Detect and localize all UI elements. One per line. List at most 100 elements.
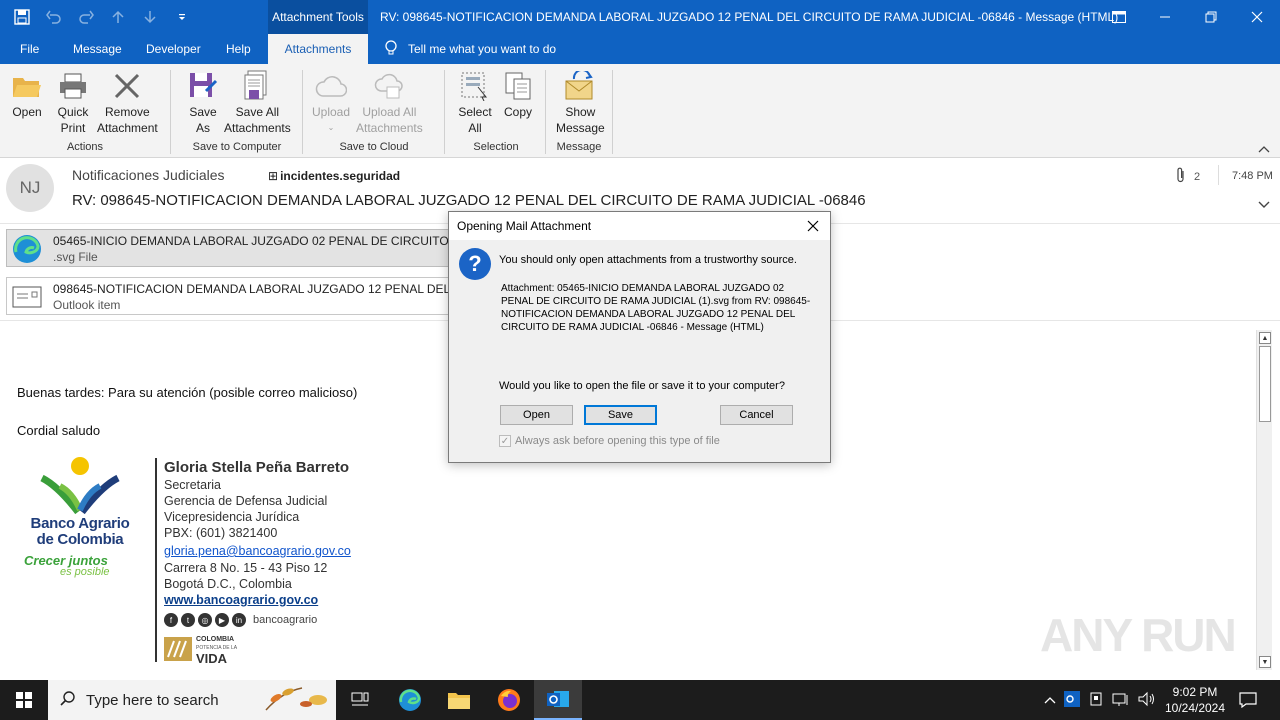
tab-developer[interactable]: Developer — [136, 34, 211, 64]
signature-city: Bogotá D.C., Colombia — [164, 577, 292, 591]
search-highlight-leaves-icon — [262, 682, 332, 718]
firefox-icon[interactable] — [485, 680, 533, 720]
tab-attachments[interactable]: Attachments — [268, 34, 368, 64]
group-separator — [444, 70, 445, 154]
signature-line: Vicepresidencia Jurídica — [164, 510, 300, 524]
chevron-up-icon[interactable] — [1044, 693, 1056, 707]
customize-qat-icon[interactable] — [168, 3, 196, 31]
received-time: 7:48 PM — [1232, 170, 1273, 182]
dialog-close-icon[interactable] — [804, 217, 822, 235]
expand-plus-icon: ⊞ — [268, 169, 279, 183]
open-attachment-button[interactable]: Open — [500, 405, 573, 425]
upload-button[interactable]: Upload ⌄ — [312, 68, 350, 136]
collapse-ribbon-icon[interactable] — [1258, 142, 1270, 156]
ribbon: Open Quick Print Remove Attachment Actio… — [0, 64, 1280, 158]
scroll-thumb[interactable] — [1259, 346, 1271, 422]
edge-taskbar-icon[interactable] — [386, 680, 434, 720]
logo-tagline-2: es posible — [60, 566, 110, 578]
message-scrollbar[interactable]: ▲ ▼ — [1256, 330, 1272, 670]
always-ask-checkbox[interactable]: ✓ Always ask before opening this type of… — [499, 435, 720, 447]
save-attachment-button[interactable]: Save — [584, 405, 657, 425]
taskbar-search-box[interactable]: Type here to search — [48, 680, 336, 720]
tab-message[interactable]: Message — [63, 34, 132, 64]
tab-help[interactable]: Help — [216, 34, 261, 64]
group-label-save-to-computer: Save to Computer — [192, 141, 282, 153]
signature-line: Gerencia de Defensa Judicial — [164, 494, 328, 508]
outlook-taskbar-icon[interactable] — [534, 680, 582, 720]
banco-agrario-logo-icon — [38, 456, 122, 519]
notification-icon[interactable] — [1230, 680, 1266, 720]
attachment-item[interactable]: 098645-NOTIFICACION DEMANDA LABORAL JUZG… — [6, 277, 454, 315]
search-placeholder: Type here to search — [86, 691, 219, 709]
cancel-button[interactable]: Cancel — [720, 405, 793, 425]
scroll-up-icon[interactable]: ▲ — [1259, 332, 1271, 344]
edge-icon — [11, 233, 43, 265]
outlook-tray-icon[interactable] — [1064, 690, 1080, 710]
copy-button[interactable]: Copy — [501, 68, 535, 120]
quick-print-button[interactable]: Quick Print — [56, 68, 90, 136]
signature-address: Carrera 8 No. 15 - 43 Piso 12 — [164, 561, 328, 575]
ribbon-display-options-icon[interactable] — [1096, 0, 1142, 34]
signature-website-link[interactable]: www.bancoagrario.gov.co — [164, 593, 318, 607]
cloud-upload-icon — [314, 68, 348, 104]
dialog-titlebar: Opening Mail Attachment — [449, 212, 830, 240]
show-message-button[interactable]: Show Message — [556, 68, 605, 136]
close-button[interactable] — [1234, 0, 1280, 34]
youtube-icon[interactable]: ▶ — [215, 613, 229, 627]
task-view-icon[interactable] — [336, 680, 384, 720]
select-all-icon — [458, 68, 492, 104]
save-all-attachments-button[interactable]: Save All Attachments — [224, 68, 291, 136]
signature-line: PBX: (601) 3821400 — [164, 526, 278, 540]
title-bar: Attachment Tools RV: 098645-NOTIFICACION… — [0, 0, 1280, 34]
volume-icon[interactable] — [1138, 691, 1156, 710]
linkedin-icon[interactable]: in — [232, 613, 246, 627]
taskbar-clock[interactable]: 9:02 PM 10/24/2024 — [1160, 684, 1230, 716]
attachment-item[interactable]: 05465-INICIO DEMANDA LABORAL JUZGADO 02 … — [6, 229, 454, 267]
body-greeting: Buenas tardes: Para su atención (posible… — [17, 385, 358, 400]
twitter-icon[interactable]: t — [181, 613, 195, 627]
save-as-button[interactable]: Save As — [186, 68, 220, 136]
group-label-save-to-cloud: Save to Cloud — [339, 141, 409, 153]
group-separator — [612, 70, 613, 154]
signature-email-link[interactable]: gloria.pena@bancoagrario.gov.co — [164, 544, 351, 558]
undo-icon[interactable] — [40, 3, 68, 31]
instagram-icon[interactable]: ◎ — [198, 613, 212, 627]
question-icon: ? — [459, 248, 491, 280]
sender-name[interactable]: Notificaciones Judiciales — [72, 167, 225, 183]
quick-access-toolbar — [8, 0, 196, 34]
tell-me-box[interactable]: Tell me what you want to do — [384, 34, 556, 64]
window-title: RV: 098645-NOTIFICACION DEMANDA LABORAL … — [380, 10, 1119, 24]
tab-file[interactable]: File — [10, 34, 49, 64]
upload-all-attachments-button[interactable]: Upload All Attachments — [356, 68, 423, 136]
arrow-up-icon[interactable] — [104, 3, 132, 31]
redo-icon[interactable] — [72, 3, 100, 31]
taskbar: Type here to search 9:02 PM 10/24/2024 — [0, 680, 1280, 720]
expand-header-icon[interactable] — [1258, 198, 1270, 212]
remove-attachment-button[interactable]: Remove Attachment — [97, 68, 158, 136]
usb-device-icon[interactable] — [1088, 691, 1104, 710]
recipient[interactable]: ⊞ incidentes.seguridad — [268, 169, 400, 183]
save-icon[interactable] — [8, 3, 36, 31]
minimize-button[interactable] — [1142, 0, 1188, 34]
signature-name: Gloria Stella Peña Barreto — [164, 459, 350, 476]
facebook-icon[interactable]: f — [164, 613, 178, 627]
restore-button[interactable] — [1188, 0, 1234, 34]
scroll-down-icon[interactable]: ▼ — [1259, 656, 1271, 668]
context-tab-title: Attachment Tools — [268, 0, 368, 34]
social-links: f t ◎ ▶ in bancoagrario — [164, 613, 317, 627]
select-all-button[interactable]: Select All — [458, 68, 492, 136]
windows-start-icon[interactable] — [0, 680, 48, 720]
arrow-down-icon[interactable] — [136, 3, 164, 31]
envelope-icon — [11, 281, 43, 313]
colombia-potencia-logo: COLOMBIA POTENCIA DE LA VIDA — [164, 636, 237, 665]
printer-icon — [56, 68, 90, 104]
network-icon[interactable] — [1112, 691, 1130, 710]
file-explorer-icon[interactable] — [435, 680, 483, 720]
open-button[interactable]: Open — [10, 68, 44, 120]
avatar[interactable]: NJ — [6, 164, 54, 212]
checkmark-icon: ✓ — [499, 435, 511, 447]
watermark-logo: ANY RUN — [1040, 609, 1237, 661]
logo-name: Banco Agrario de Colombia — [30, 515, 130, 548]
header-divider — [1218, 165, 1219, 185]
paperclip-icon — [1176, 167, 1186, 186]
